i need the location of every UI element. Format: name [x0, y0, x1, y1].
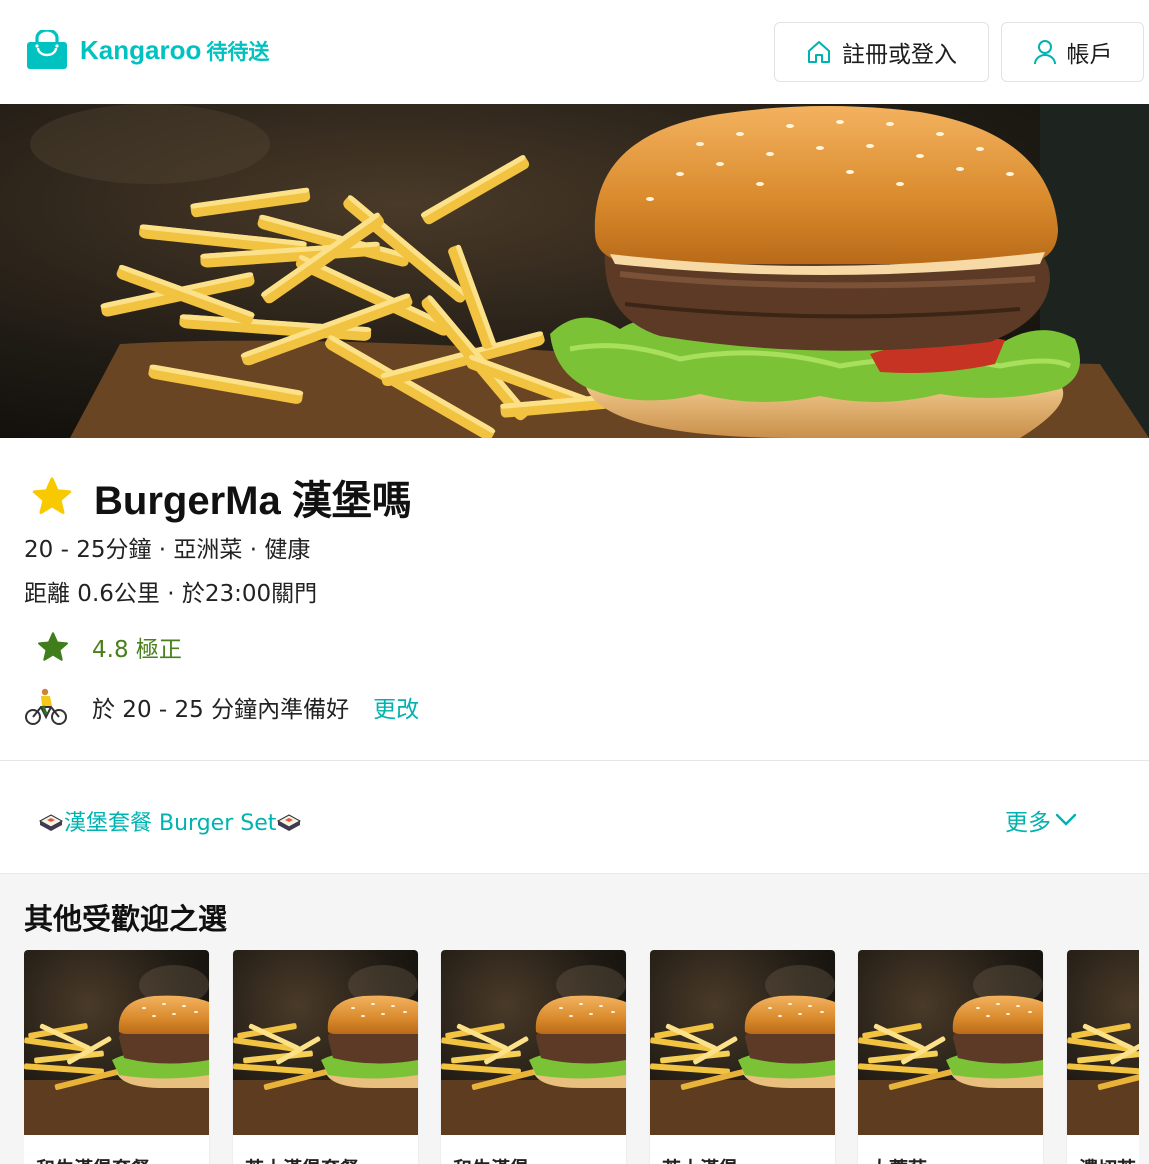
popular-item-card[interactable]: 和牛漢堡套餐 — [24, 950, 209, 1164]
popular-item-card[interactable]: 和牛漢堡 — [441, 950, 626, 1164]
restaurant-meta-time-cuisine: 20 - 25分鐘 · 亞洲菜 · 健康 — [24, 537, 311, 563]
restaurant-meta-distance-hours: 距離 0.6公里 · 於23:00關門 — [24, 581, 318, 607]
burger-fries-thumbnail — [24, 950, 209, 1135]
popular-item-name: 芝士漢堡 — [662, 1154, 738, 1164]
account-label: 帳戶 — [1066, 42, 1113, 68]
popular-item-card[interactable]: 大蘑菇 — [858, 950, 1043, 1164]
top-header: Kangaroo 待待送 註冊或登入 帳戶 — [0, 0, 1149, 104]
sushi-icon — [38, 814, 64, 831]
burger-fries-thumbnail — [441, 950, 626, 1135]
restaurant-hero-image — [0, 104, 1149, 438]
login-button[interactable]: 註冊或登入 — [774, 22, 989, 82]
shopping-bag-icon — [27, 30, 67, 69]
more-label: 更多 — [1005, 810, 1051, 836]
burger-fries-thumbnail — [233, 950, 418, 1135]
burger-fries-thumbnail — [650, 950, 835, 1135]
popular-item-card[interactable]: 濃切芝 — [1067, 950, 1139, 1164]
burger-fries-thumbnail — [858, 950, 1043, 1135]
category-tab-label: 漢堡套餐 Burger Set — [64, 811, 277, 836]
ready-time-row: 於 20 - 25 分鐘內準備好 更改 — [24, 688, 419, 726]
burger-fries-photo — [0, 104, 1149, 438]
sushi-icon — [277, 814, 302, 831]
popular-item-name: 和牛漢堡套餐 — [36, 1154, 150, 1164]
user-icon — [1033, 40, 1056, 65]
popular-item-card[interactable]: 芝士漢堡 — [650, 950, 835, 1164]
ready-time-text: 於 20 - 25 分鐘內準備好 — [92, 697, 350, 723]
popular-item-name: 濃切芝 — [1079, 1154, 1136, 1164]
rating-text: 4.8 極正 — [92, 637, 182, 663]
account-button[interactable]: 帳戶 — [1001, 22, 1144, 82]
popular-section: 其他受歡迎之選 和牛漢堡套餐 — [0, 873, 1149, 1164]
burger-fries-thumbnail — [1067, 950, 1139, 1135]
category-bar: 漢堡套餐 Burger Set 更多 — [0, 761, 1149, 873]
category-tab-burger-set[interactable]: 漢堡套餐 Burger Set — [38, 805, 302, 837]
rating-row: 4.8 極正 — [36, 630, 182, 664]
popular-item-name: 大蘑菇 — [870, 1154, 927, 1164]
more-categories-button[interactable]: 更多 — [1005, 803, 1077, 837]
title-row: BurgerMa 漢堡嗎 — [30, 468, 412, 526]
login-label: 註冊或登入 — [842, 42, 957, 68]
cyclist-icon — [25, 688, 67, 725]
chevron-down-icon — [1055, 813, 1077, 826]
brand-name: Kangaroo 待待送 — [80, 34, 270, 65]
home-icon — [808, 41, 830, 63]
popular-item-name: 芝士漢堡套餐 — [245, 1154, 359, 1164]
popular-item-name: 和牛漢堡 — [453, 1154, 529, 1164]
rating-star-icon — [38, 631, 68, 661]
change-time-link[interactable]: 更改 — [373, 690, 419, 724]
restaurant-name: BurgerMa 漢堡嗎 — [94, 479, 412, 523]
restaurant-info: BurgerMa 漢堡嗎 20 - 25分鐘 · 亞洲菜 · 健康 距離 0.6… — [0, 438, 1149, 760]
popular-item-card[interactable]: 芝士漢堡套餐 — [233, 950, 418, 1164]
brand-logo[interactable]: Kangaroo 待待送 — [26, 30, 269, 70]
favorite-star-icon[interactable] — [30, 476, 74, 518]
popular-items-carousel: 和牛漢堡套餐 芝士漢堡套餐 — [24, 950, 1139, 1164]
popular-section-title: 其他受歡迎之選 — [24, 904, 228, 936]
